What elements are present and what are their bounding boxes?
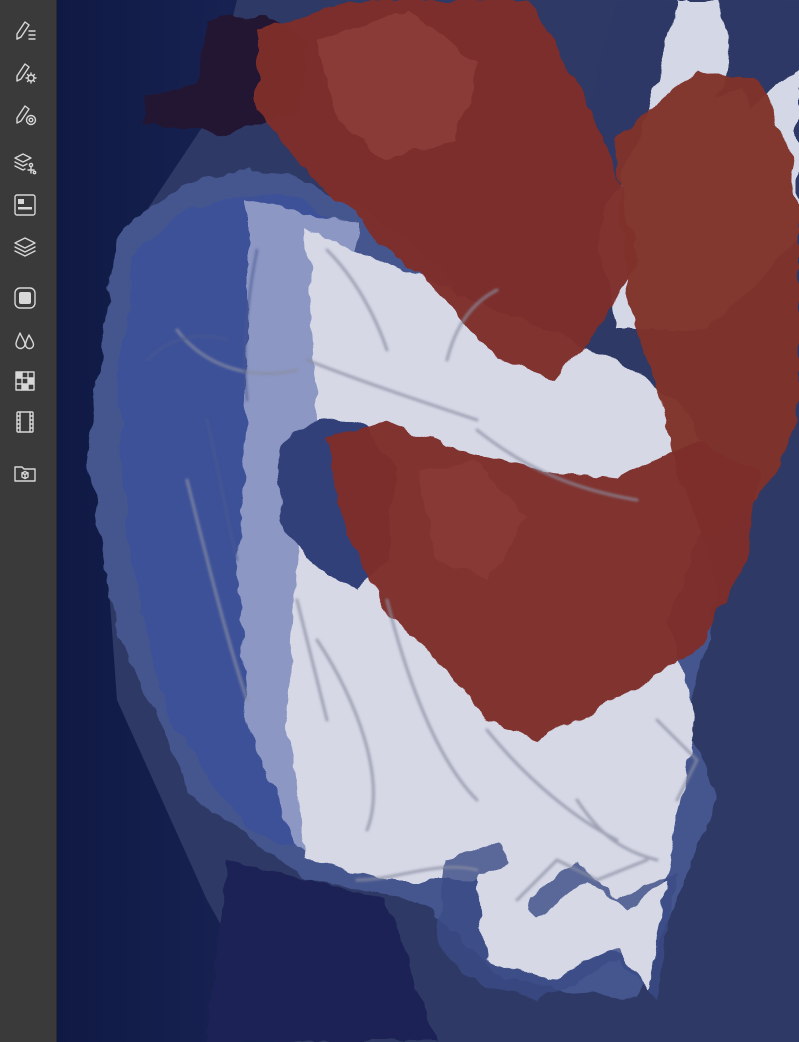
brush-target-icon[interactable] bbox=[8, 98, 42, 132]
panel-icon[interactable] bbox=[8, 188, 42, 222]
grid-icon[interactable] bbox=[8, 364, 42, 398]
film-icon[interactable] bbox=[8, 405, 42, 439]
app-window bbox=[0, 0, 799, 1042]
drops-icon[interactable] bbox=[8, 323, 42, 357]
brush-list-icon[interactable] bbox=[8, 14, 42, 48]
layers-effects-icon[interactable] bbox=[8, 146, 42, 180]
layers-icon[interactable] bbox=[8, 230, 42, 264]
brush-settings-icon[interactable] bbox=[8, 56, 42, 90]
painting-artwork bbox=[57, 0, 799, 1042]
box-folder-icon[interactable] bbox=[8, 456, 42, 490]
left-toolbar bbox=[0, 0, 57, 1042]
drawing-canvas[interactable] bbox=[57, 0, 799, 1042]
mask-icon[interactable] bbox=[8, 281, 42, 315]
